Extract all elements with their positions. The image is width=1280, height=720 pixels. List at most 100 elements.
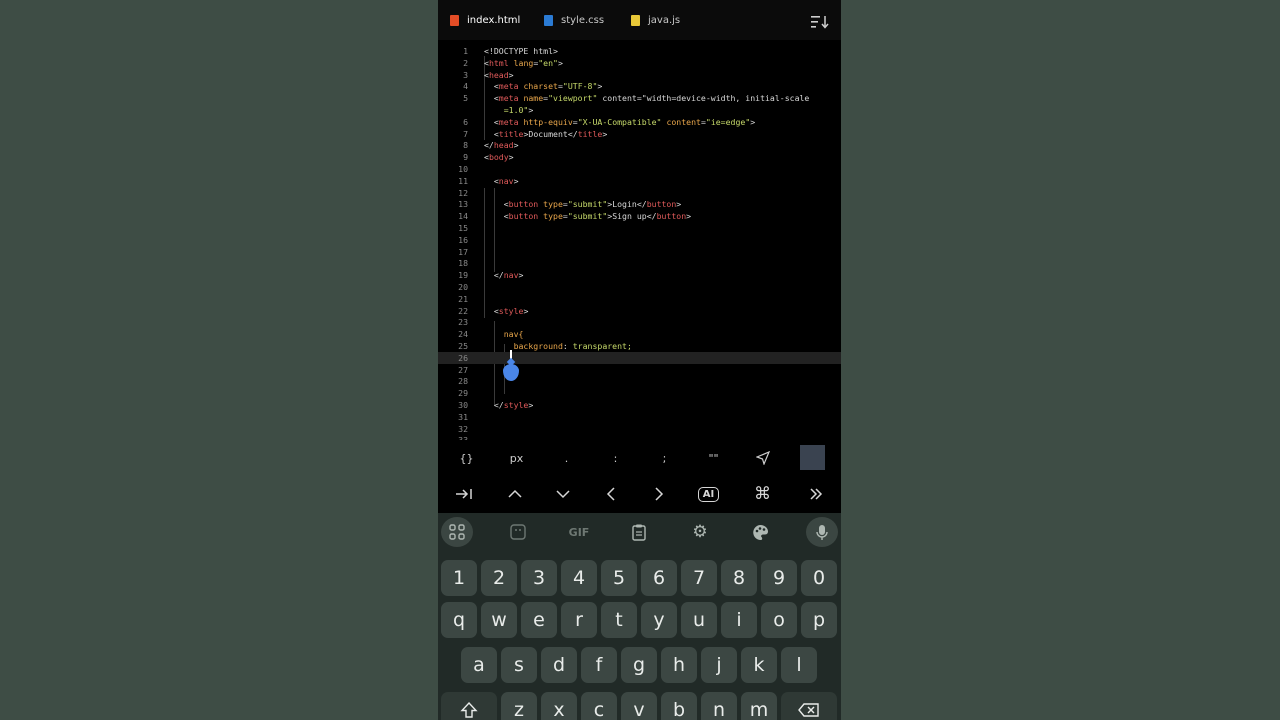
key-r[interactable]: r [561,602,597,638]
key-3[interactable]: 3 [521,560,557,596]
apps-grid-icon[interactable] [441,517,473,547]
key-e[interactable]: e [521,602,557,638]
code-line[interactable]: 2 <html lang="en"> [438,57,841,69]
tab-style-css[interactable]: style.css [544,8,604,32]
key-z[interactable]: z [501,692,537,720]
key-b[interactable]: b [661,692,697,720]
tab-java-js[interactable]: java.js [631,8,680,32]
key-1[interactable]: 1 [441,560,477,596]
code-line[interactable]: 14 <button type="submit">Sign up</button… [438,210,841,222]
code-line[interactable]: 29 [438,387,841,399]
code-editor[interactable]: 1 <!DOCTYPE html> 2 <html lang="en"> 3 <head>… [438,44,841,440]
key-l[interactable]: l [781,647,817,683]
gif-button[interactable]: GIF [563,517,595,547]
code-line[interactable]: 7 <title>Document</title> [438,128,841,140]
key-5[interactable]: 5 [601,560,637,596]
code-line[interactable]: 20 [438,281,841,293]
code-line[interactable]: 17 [438,246,841,258]
code-line[interactable]: 11 <nav> [438,175,841,187]
code-line[interactable]: 32 [438,423,841,435]
code-line[interactable]: 3 <head> [438,69,841,81]
symbol-px-key[interactable]: px [492,442,541,474]
code-line[interactable]: 21 [438,293,841,305]
tab-indent-icon[interactable] [439,477,488,511]
code-line[interactable]: 4 <meta charset="UTF-8"> [438,80,841,92]
code-line[interactable]: 8 </head> [438,139,841,151]
key-s[interactable]: s [501,647,537,683]
code-line[interactable]: 19 </nav> [438,269,841,281]
microphone-icon[interactable] [806,517,838,547]
key-j[interactable]: j [701,647,737,683]
key-0[interactable]: 0 [801,560,837,596]
symbol-semicolon-key[interactable]: ; [640,442,689,474]
key-7[interactable]: 7 [681,560,717,596]
symbol-quotes-key[interactable]: "" [689,442,738,474]
key-p[interactable]: p [801,602,837,638]
key-v[interactable]: v [621,692,657,720]
arrow-down-icon[interactable] [538,477,587,511]
key-w[interactable]: w [481,602,517,638]
key-6[interactable]: 6 [641,560,677,596]
code-line[interactable]: 13 <button type="submit">Login</button> [438,198,841,210]
key-g[interactable]: g [621,647,657,683]
symbol-colon-key[interactable]: : [591,442,640,474]
code-line[interactable]: 24 nav{ [438,328,841,340]
backspace-key[interactable] [781,692,837,720]
key-h[interactable]: h [661,647,697,683]
arrow-left-icon[interactable] [586,477,635,511]
code-line[interactable]: 9 <body> [438,151,841,163]
color-swatch[interactable] [800,445,825,470]
key-m[interactable]: m [741,692,777,720]
symbol-braces-key[interactable]: {} [442,442,491,474]
code-line[interactable]: 33 [438,434,841,440]
arrow-right-icon[interactable] [634,477,683,511]
key-o[interactable]: o [761,602,797,638]
key-a[interactable]: a [461,647,497,683]
key-c[interactable]: c [581,692,617,720]
arrow-up-icon[interactable] [490,477,539,511]
key-u[interactable]: u [681,602,717,638]
code-line[interactable]: 26 [438,351,841,364]
key-q[interactable]: q [441,602,477,638]
key-i[interactable]: i [721,602,757,638]
key-t[interactable]: t [601,602,637,638]
symbol-dot-key[interactable]: . [542,442,591,474]
key-k[interactable]: k [741,647,777,683]
code-line[interactable]: 12 [438,187,841,199]
code-line[interactable]: 23 [438,316,841,328]
key-2[interactable]: 2 [481,560,517,596]
key-4[interactable]: 4 [561,560,597,596]
code-line[interactable]: 31 [438,411,841,423]
tab-index-html[interactable]: index.html [450,8,520,32]
theme-palette-icon[interactable] [744,517,776,547]
key-f[interactable]: f [581,647,617,683]
code-line[interactable]: 18 [438,257,841,269]
code-line[interactable]: 16 [438,234,841,246]
code-line[interactable]: 10 [438,163,841,175]
key-8[interactable]: 8 [721,560,757,596]
code-line[interactable]: 30 </style> [438,399,841,411]
code-line[interactable]: 25 background: transparent; [438,340,841,352]
key-d[interactable]: d [541,647,577,683]
key-n[interactable]: n [701,692,737,720]
code-line[interactable]: 22 <style> [438,305,841,317]
sticker-icon[interactable] [502,517,534,547]
code-line[interactable]: 28 [438,375,841,387]
code-line[interactable]: 5 <meta name="viewport" content="width=d… [438,92,841,104]
shift-key[interactable] [441,692,497,720]
code-line[interactable]: 1 <!DOCTYPE html> [438,45,841,57]
ai-button[interactable]: AI [684,477,733,511]
clipboard-icon[interactable] [623,517,655,547]
command-icon[interactable]: ⌘ [738,477,787,511]
code-line[interactable]: 27 [438,364,841,376]
code-line[interactable]: 6 <meta http-equiv="X-UA-Compatible" con… [438,116,841,128]
sort-icon[interactable] [811,15,829,29]
code-line[interactable]: =1.0"> [438,104,841,116]
key-x[interactable]: x [541,692,577,720]
code-line[interactable]: 15 [438,222,841,234]
key-9[interactable]: 9 [761,560,797,596]
settings-gear-icon[interactable]: ⚙ [684,517,716,547]
send-icon[interactable] [738,442,787,474]
double-chevron-icon[interactable] [791,477,840,511]
key-y[interactable]: y [641,602,677,638]
